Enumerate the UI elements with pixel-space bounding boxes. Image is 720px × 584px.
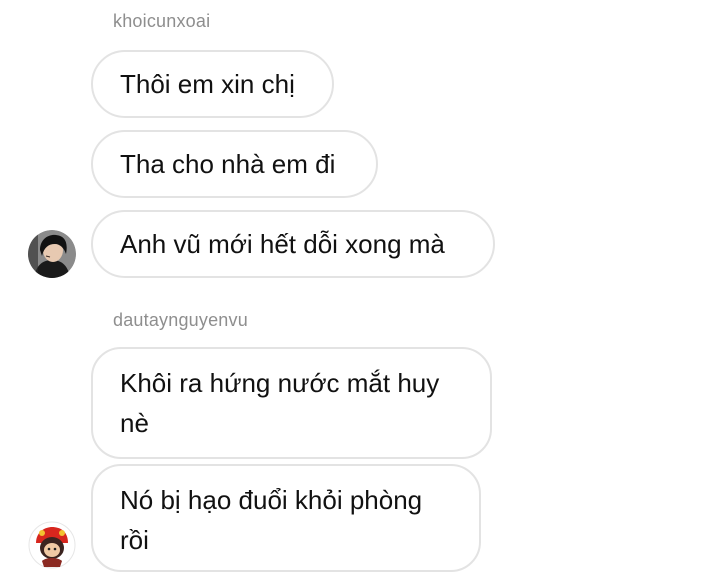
message-bubble[interactable]: Anh vũ mới hết dỗi xong mà: [91, 210, 495, 278]
sender-name: dautaynguyenvu: [113, 310, 248, 330]
message-text: Anh vũ mới hết dỗi xong mà: [120, 229, 445, 259]
sender-avatar[interactable]: [28, 230, 76, 278]
message-bubble[interactable]: Khôi ra hứng nước mắt huy nè: [91, 347, 492, 459]
message-text-line: Khôi ra hứng nước mắt huy: [120, 368, 440, 398]
message-text-line: Nó bị hạo đuổi khỏi phòng: [120, 485, 423, 515]
message-text: Thôi em xin chị: [120, 69, 295, 99]
message-text-line: nè: [120, 408, 149, 438]
message-bubble[interactable]: Tha cho nhà em đi: [91, 130, 378, 198]
message-text-line: rồi: [120, 525, 149, 555]
message-text: Tha cho nhà em đi: [120, 149, 336, 179]
sender-avatar[interactable]: [28, 521, 76, 569]
user-avatar-cartoon-red-icon: [28, 521, 76, 569]
user-avatar-dark-hair-icon: [28, 230, 76, 278]
sender-name: khoicunxoai: [113, 11, 211, 31]
message-bubble[interactable]: Nó bị hạo đuổi khỏi phòng rồi: [91, 464, 481, 572]
message-bubble[interactable]: Thôi em xin chị: [91, 50, 334, 118]
